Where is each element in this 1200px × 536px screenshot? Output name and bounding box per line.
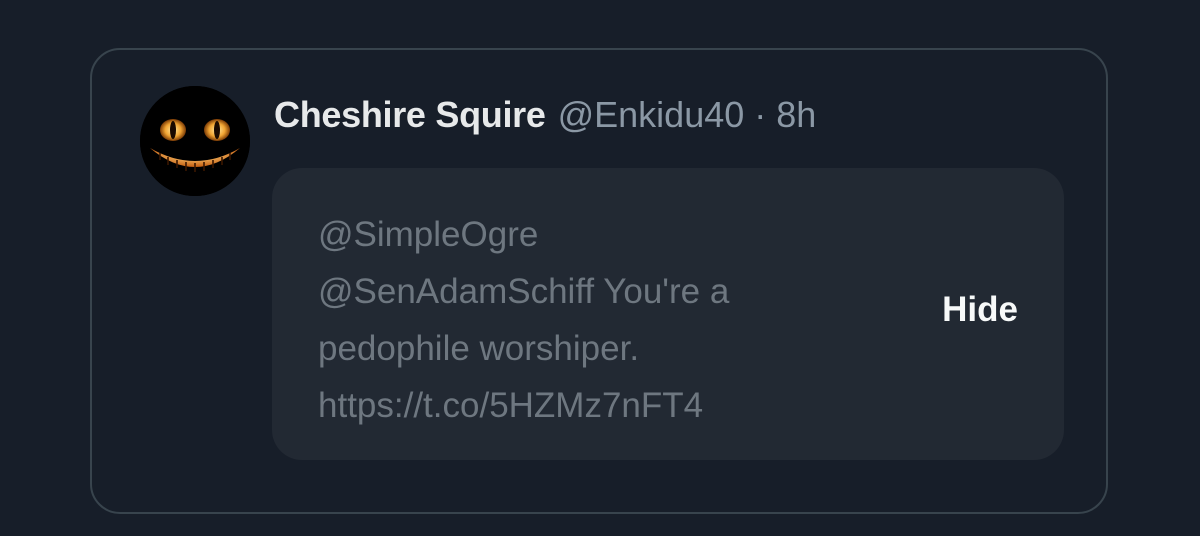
separator-dot: · — [754, 94, 767, 135]
timestamp[interactable]: 8h — [776, 94, 816, 136]
reply-line: pedophile worshiper. — [318, 329, 640, 368]
tweet-card[interactable]: Cheshire Squire @Enkidu40 · 8h @SimpleOg… — [90, 48, 1108, 514]
display-name[interactable]: Cheshire Squire — [274, 94, 546, 136]
user-handle[interactable]: @Enkidu40 — [558, 94, 745, 136]
hide-button[interactable]: Hide — [942, 290, 1018, 330]
reply-line: @SenAdamSchiff You're a — [318, 272, 730, 311]
avatar[interactable] — [140, 86, 250, 196]
hidden-reply-text: @SimpleOgre @SenAdamSchiff You're a pedo… — [318, 206, 878, 434]
reply-line: @SimpleOgre — [318, 215, 539, 254]
reply-line: https://t.co/5HZMz7nFT4 — [318, 386, 704, 425]
hidden-reply-box: @SimpleOgre @SenAdamSchiff You're a pedo… — [272, 168, 1064, 460]
tweet-header: Cheshire Squire @Enkidu40 · 8h — [274, 92, 816, 138]
cheshire-cat-grin-icon — [140, 86, 250, 196]
